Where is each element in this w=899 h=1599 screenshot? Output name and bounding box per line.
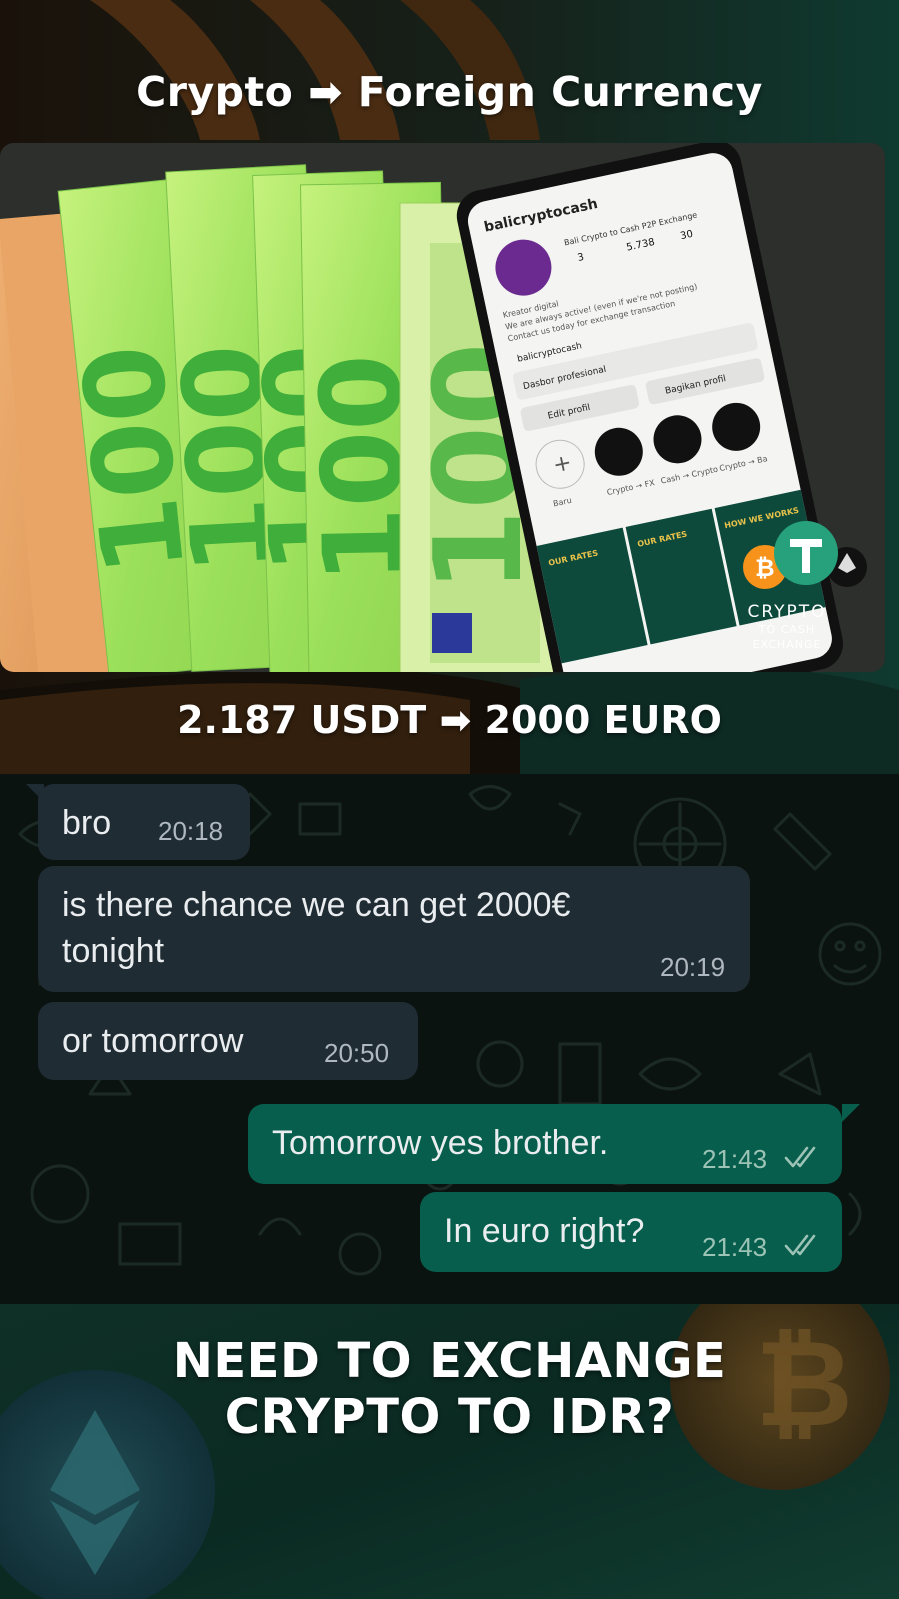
message-bubble-outgoing[interactable]: In euro right? 21:43 xyxy=(420,1192,842,1272)
chat-conversation: bro 20:18 is there chance we can get 200… xyxy=(0,774,899,1304)
message-time: 20:19 xyxy=(660,952,726,982)
message-bubble-outgoing[interactable]: Tomorrow yes brother. 21:43 xyxy=(248,1104,842,1184)
read-receipt-icon xyxy=(784,1234,816,1256)
banknotes-and-phone-illustration: 100 100 100 100 100 xyxy=(0,143,885,672)
exchange-amount-caption: 2.187 USDT ➡ 2000 EURO xyxy=(177,698,722,742)
bubble-tail xyxy=(26,784,44,802)
message-bubble-incoming[interactable]: or tomorrow 20:50 xyxy=(38,1002,418,1080)
message-text: or tomorrow xyxy=(62,1022,244,1060)
cta-line-2: CRYPTO TO IDR? xyxy=(224,1389,675,1445)
bubble-tail xyxy=(842,1104,860,1122)
logo-line-2: TO CASH xyxy=(758,623,816,636)
read-receipt-icon xyxy=(784,1146,816,1168)
svg-text:₿: ₿ xyxy=(755,554,775,582)
message-time: 21:43 xyxy=(702,1144,768,1174)
message-bubble-incoming[interactable]: is there chance we can get 2000€ tonight… xyxy=(38,866,750,992)
message-text: Tomorrow yes brother. xyxy=(272,1124,609,1162)
crypto-to-cash-logo: CRYPTO TO CASH EXCHANGE xyxy=(727,602,847,652)
call-to-action: NEED TO EXCHANGE CRYPTO TO IDR? xyxy=(0,1333,899,1445)
message-time: 21:43 xyxy=(702,1232,768,1262)
message-text: bro xyxy=(62,804,112,842)
logo-line-1: CRYPTO xyxy=(747,602,827,622)
logo-line-3: EXCHANGE xyxy=(752,638,822,651)
cta-line-1: NEED TO EXCHANGE xyxy=(172,1333,727,1389)
promo-photo: 100 100 100 100 100 xyxy=(0,143,885,672)
message-text: In euro right? xyxy=(444,1212,645,1250)
message-text: is there chance we can get 2000€ tonight xyxy=(62,886,571,970)
message-bubble-incoming[interactable]: bro 20:18 xyxy=(38,784,250,860)
message-time: 20:18 xyxy=(158,816,224,846)
page-title: Crypto ➡ Foreign Currency xyxy=(136,68,763,116)
message-time: 20:50 xyxy=(324,1038,390,1068)
